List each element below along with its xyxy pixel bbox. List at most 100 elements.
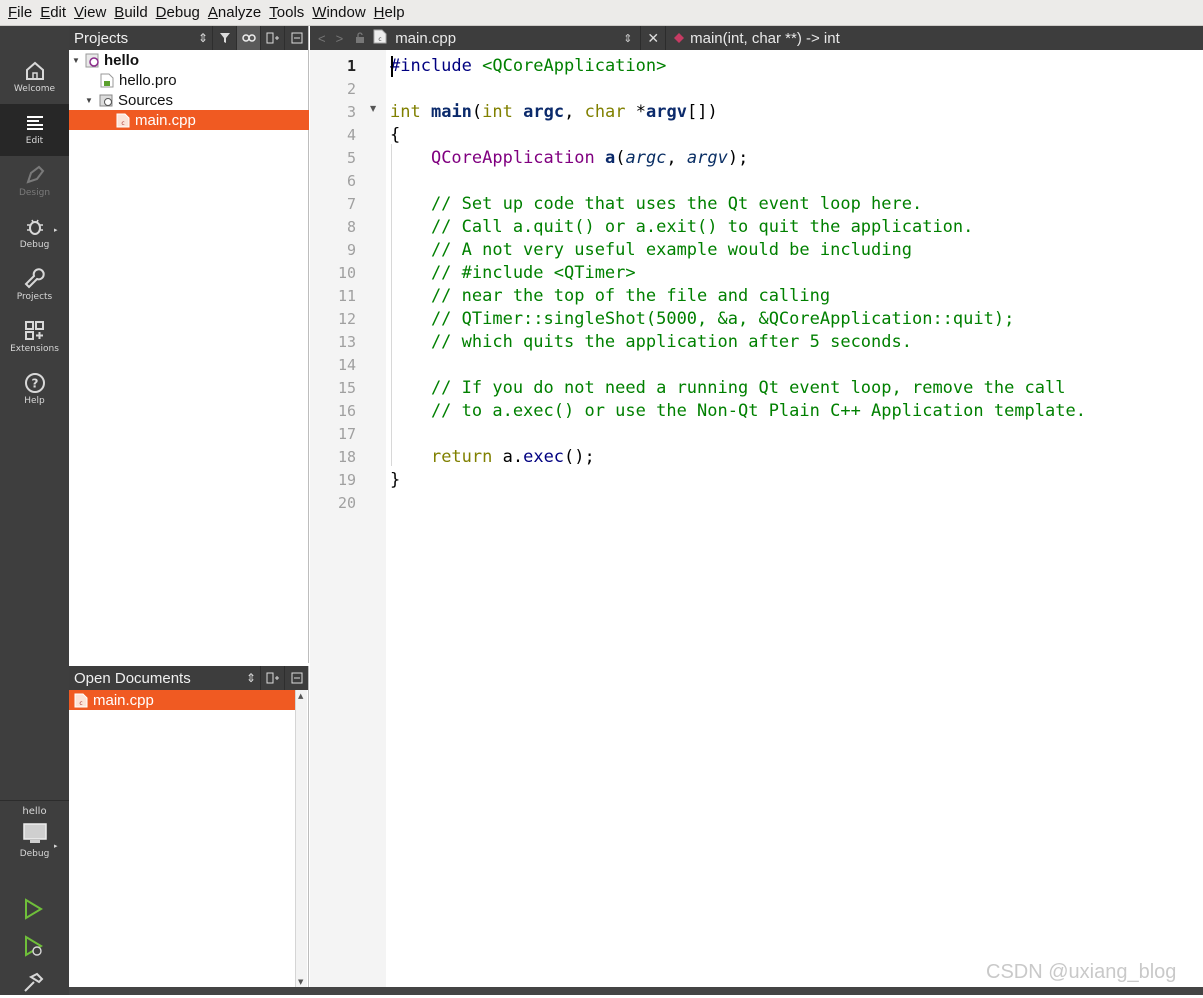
code-line-18: return a.exec(); — [390, 446, 595, 469]
menu-debug[interactable]: Debug — [156, 4, 200, 21]
watermark: CSDN @uxiang_blog — [986, 961, 1177, 983]
function-symbol-icon — [674, 30, 685, 47]
comment-line: // Set up code that uses the Qt event lo… — [390, 194, 923, 214]
nav-forward-icon[interactable]: > — [336, 31, 344, 46]
open-documents-title: Open Documents — [74, 669, 191, 687]
code-token: , — [666, 148, 687, 168]
tree-item-main-cpp[interactable]: c main.cpp — [69, 110, 309, 130]
mode-label-help: Help — [24, 396, 45, 406]
line-number: 16 — [337, 402, 356, 420]
menu-view[interactable]: View — [74, 4, 106, 21]
preprocessor-token: #include — [390, 56, 472, 76]
mode-welcome[interactable]: Welcome — [0, 52, 69, 104]
debug-expand-arrow-icon: ▸ — [54, 226, 58, 234]
fold-arrow-icon[interactable]: ▼ — [370, 104, 376, 113]
svg-text:c: c — [379, 36, 382, 43]
line-number: 12 — [337, 310, 356, 328]
mode-extensions[interactable]: Extensions — [0, 312, 69, 364]
comment-line: // Call a.quit() or a.exit() to quit the… — [390, 217, 974, 237]
line-number: 1 — [346, 57, 356, 75]
comment-line: // which quits the application after 5 s… — [390, 332, 912, 352]
tree-item-sources[interactable]: ▼ Sources — [69, 90, 309, 110]
close-document-icon[interactable]: ✕ — [647, 30, 659, 47]
comment-line: // #include <QTimer> — [390, 263, 636, 283]
param-token: argv — [646, 102, 687, 122]
split-icon[interactable] — [260, 26, 284, 50]
view-switch-icon[interactable]: ⇕ — [194, 26, 212, 50]
close-pane-icon[interactable] — [284, 26, 308, 50]
text-cursor — [391, 56, 393, 77]
line-number: 20 — [337, 494, 356, 512]
menu-tools[interactable]: Tools — [269, 4, 304, 21]
close-pane-icon[interactable] — [284, 666, 308, 690]
projects-pane-title: Projects — [74, 29, 129, 47]
split-icon[interactable] — [260, 666, 284, 690]
kit-project-name: hello — [22, 806, 47, 817]
param-token: argv — [686, 148, 728, 168]
updown-icon[interactable]: ⇕ — [623, 32, 632, 45]
run-debug-icon — [25, 935, 43, 957]
run-button[interactable] — [22, 898, 44, 924]
kit-selector[interactable]: hello Debug — [0, 802, 69, 886]
menu-help[interactable]: Help — [374, 4, 405, 21]
bug-icon — [26, 219, 43, 235]
mode-label-debug: Debug — [19, 240, 50, 250]
projects-pane-header: Projects ⇕ — [69, 26, 308, 50]
vertical-scrollbar[interactable]: ▲ ▼ — [295, 690, 307, 988]
projects-pane: Projects ⇕ ▼ hello hello.pro ▼ Sources c… — [69, 26, 309, 663]
tree-item-project[interactable]: ▼ hello — [69, 50, 309, 70]
class-name-token: QCoreApplication — [430, 148, 595, 168]
mode-debug[interactable]: Debug — [0, 208, 69, 260]
menu-build[interactable]: Build — [114, 4, 147, 21]
mode-label-welcome: Welcome — [13, 84, 56, 94]
lock-icon — [355, 30, 365, 47]
run-icon — [25, 898, 43, 920]
help-icon: ? — [24, 373, 45, 393]
code-token: ( — [615, 148, 626, 168]
scroll-up-icon[interactable]: ▲ — [298, 692, 303, 700]
cpp-file-icon: c — [116, 113, 130, 128]
filter-icon[interactable] — [212, 26, 236, 50]
start-debugging-button[interactable] — [22, 935, 44, 961]
code-token: ( — [471, 102, 483, 122]
project-icon — [85, 53, 99, 68]
menu-window[interactable]: Window — [312, 4, 365, 21]
code-token: * — [625, 102, 647, 122]
method-token: exec — [523, 447, 565, 467]
mode-edit[interactable]: Edit — [0, 104, 69, 156]
link-with-editor-icon[interactable] — [236, 26, 260, 50]
line-number: 4 — [346, 126, 356, 144]
code-editor[interactable]: #include <QCoreApplication> int main(int… — [390, 54, 1203, 995]
pro-file-icon — [100, 73, 114, 88]
tree-item-pro-file[interactable]: hello.pro — [69, 70, 309, 90]
mode-projects[interactable]: Projects — [0, 260, 69, 312]
view-switch-icon[interactable]: ⇕ — [242, 666, 260, 690]
scroll-down-icon[interactable]: ▼ — [298, 978, 303, 986]
line-number: 18 — [337, 448, 356, 466]
nav-back-icon[interactable]: < — [318, 31, 326, 46]
code-token: , — [564, 102, 585, 122]
build-button[interactable] — [22, 972, 44, 998]
open-document-item[interactable]: c main.cpp — [69, 690, 295, 710]
expand-arrow-icon[interactable]: ▼ — [84, 96, 94, 105]
open-document-label: main.cpp — [93, 691, 154, 709]
document-selector[interactable]: main.cpp — [395, 30, 623, 47]
line-number: 11 — [337, 287, 356, 305]
sources-folder-icon — [99, 93, 113, 108]
mode-separator — [0, 800, 69, 801]
mode-label-design: Design — [18, 188, 51, 198]
menu-file[interactable]: File — [8, 4, 32, 21]
mode-help[interactable]: ? Help — [0, 364, 69, 416]
menu-edit[interactable]: Edit — [40, 4, 66, 21]
include-path-token: <QCoreApplication> — [471, 56, 667, 76]
tree-item-label: main.cpp — [135, 111, 196, 129]
expand-arrow-icon[interactable]: ▼ — [71, 56, 81, 65]
symbol-selector[interactable]: main(int, char **) -> int — [690, 30, 840, 47]
mode-design[interactable]: Design — [0, 156, 69, 208]
menu-analyze[interactable]: Analyze — [208, 4, 261, 21]
code-line-4: { — [390, 125, 401, 145]
svg-text:?: ? — [31, 377, 38, 391]
